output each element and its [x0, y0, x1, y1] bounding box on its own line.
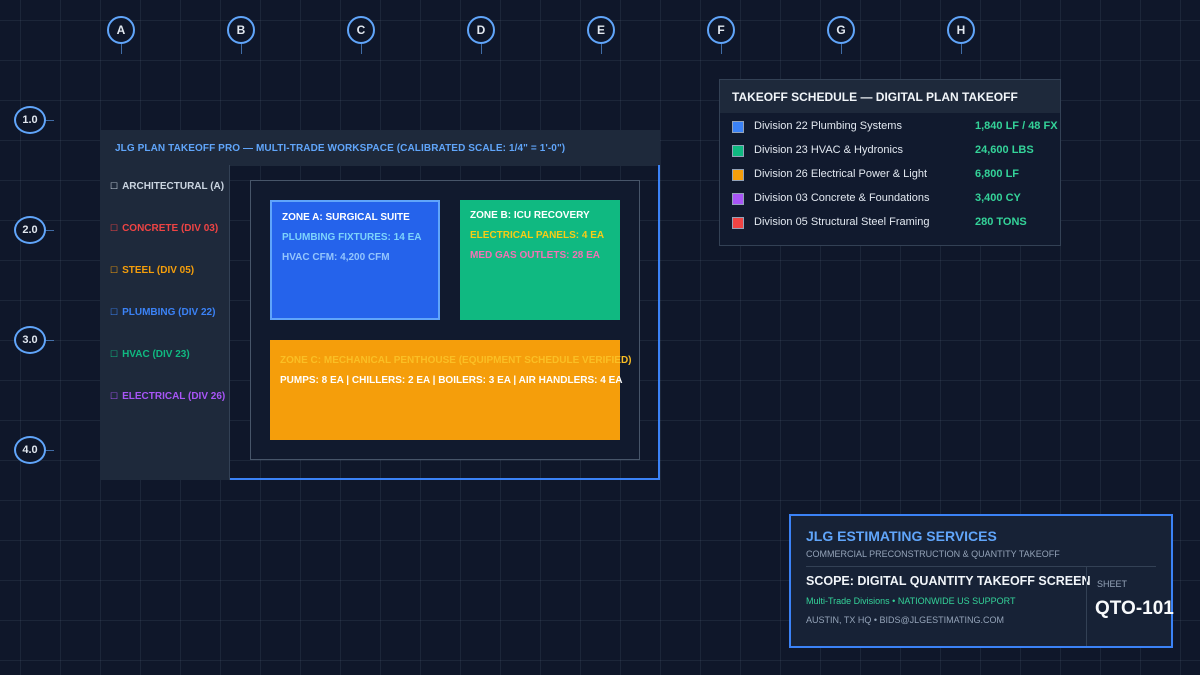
zone-a-title: ZONE A: SURGICAL SUITE — [282, 212, 410, 223]
schedule-row-div23[interactable]: Division 23 HVAC & Hydronics 24,600 LBS — [732, 144, 1057, 160]
zone-a-surgical-suite[interactable]: ZONE A: SURGICAL SUITE PLUMBING FIXTURES… — [270, 200, 440, 320]
grid-bubble-col-e: E — [587, 16, 615, 54]
schedule-row-div05[interactable]: Division 05 Structural Steel Framing 280… — [732, 216, 1057, 232]
layer-label: STEEL (DIV 05) — [122, 265, 195, 276]
zone-c-mechanical-penthouse[interactable]: ZONE C: MECHANICAL PENTHOUSE (EQUIPMENT … — [270, 340, 632, 440]
zone-c-equipment-counts: PUMPS: 8 EA | CHILLERS: 2 EA | BOILERS: … — [280, 375, 623, 386]
grid-bubble-row-4: 4.0 — [14, 436, 54, 464]
schedule-quantity: 280 TONS — [975, 216, 1027, 228]
layer-toggle-plumbing[interactable]: ☐ PLUMBING (DIV 22) — [110, 307, 215, 318]
grid-bubble-col-a: A — [107, 16, 135, 54]
schedule-quantity: 6,800 LF — [975, 168, 1020, 180]
grid-bubble-col-c: C — [347, 16, 375, 54]
layer-label: ELECTRICAL (DIV 26) — [122, 391, 226, 402]
checkbox-icon: ☐ — [110, 223, 119, 233]
schedule-quantity: 3,400 CY — [975, 192, 1021, 204]
layer-label: CONCRETE (DIV 03) — [122, 223, 219, 234]
grid-bubble-col-g: G — [827, 16, 855, 54]
layer-toggle-electrical[interactable]: ☐ ELECTRICAL (DIV 26) — [110, 391, 225, 402]
grid-bubble-row-3: 3.0 — [14, 326, 54, 354]
checkbox-icon: ☐ — [110, 307, 119, 317]
layer-toggle-steel[interactable]: ☐ STEEL (DIV 05) — [110, 265, 194, 276]
sheet-label: SHEET — [1097, 579, 1128, 589]
zone-a-hvac-cfm: HVAC CFM: 4,200 CFM — [282, 252, 390, 263]
checkbox-icon: ☐ — [110, 181, 119, 191]
support-line: Multi-Trade Divisions • NATIONWIDE US SU… — [806, 596, 1016, 606]
schedule-header: TAKEOFF SCHEDULE — DIGITAL PLAN TAKEOFF — [720, 80, 1060, 113]
grid-bubble-col-f: F — [707, 16, 735, 54]
sheet-number-box: SHEET QTO-101 — [1086, 566, 1174, 646]
schedule-division: Division 26 Electrical Power & Light — [754, 168, 928, 180]
company-name: JLG ESTIMATING SERVICES — [806, 528, 997, 544]
workspace-title: JLG PLAN TAKEOFF PRO — MULTI-TRADE WORKS… — [115, 142, 566, 154]
schedule-division: Division 23 HVAC & Hydronics — [754, 144, 903, 156]
schedule-quantity: 1,840 LF / 48 FX — [975, 120, 1058, 132]
zone-b-med-gas-outlets: MED GAS OUTLETS: 28 EA — [470, 250, 601, 261]
checkbox-icon: ☐ — [110, 391, 119, 401]
schedule-quantity: 24,600 LBS — [975, 144, 1034, 156]
grid-bubble-col-h: H — [947, 16, 975, 54]
takeoff-schedule-panel: TAKEOFF SCHEDULE — DIGITAL PLAN TAKEOFF … — [719, 79, 1061, 246]
sheet-number: QTO-101 — [1095, 598, 1174, 619]
scope-statement: SCOPE: DIGITAL QUANTITY TAKEOFF SCREEN — [806, 574, 1091, 588]
layer-panel: ☐ ARCHITECTURAL (A) ☐ CONCRETE (DIV 03) ☐ S… — [100, 165, 230, 480]
color-swatch — [732, 145, 744, 157]
schedule-division: Division 22 Plumbing Systems — [754, 120, 902, 132]
grid-bubble-row-1: 1.0 — [14, 106, 54, 134]
title-block: JLG ESTIMATING SERVICES COMMERCIAL PRECO… — [789, 514, 1174, 648]
layer-toggle-architectural[interactable]: ☐ ARCHITECTURAL (A) — [110, 181, 224, 192]
layer-toggle-hvac[interactable]: ☐ HVAC (DIV 23) — [110, 349, 190, 360]
checkbox-icon: ☐ — [110, 349, 119, 359]
company-tagline: COMMERCIAL PRECONSTRUCTION & QUANTITY TA… — [806, 549, 1060, 559]
zone-b-title: ZONE B: ICU RECOVERY — [470, 210, 590, 221]
grid-bubble-col-b: B — [227, 16, 255, 54]
contact-address: AUSTIN, TX HQ • BIDS@JLGESTIMATING.COM — [806, 615, 1004, 625]
grid-bubble-row-2: 2.0 — [14, 216, 54, 244]
layer-toggle-concrete[interactable]: ☐ CONCRETE (DIV 03) — [110, 223, 218, 234]
schedule-row-div03[interactable]: Division 03 Concrete & Foundations 3,400… — [732, 192, 1057, 208]
color-swatch — [732, 169, 744, 181]
grid-bubble-col-d: D — [467, 16, 495, 54]
layer-label: ARCHITECTURAL (A) — [122, 181, 225, 192]
color-swatch — [732, 217, 744, 229]
color-swatch — [732, 121, 744, 133]
schedule-title: TAKEOFF SCHEDULE — DIGITAL PLAN TAKEOFF — [732, 89, 1018, 104]
color-swatch — [732, 193, 744, 205]
zone-a-plumbing-fixtures: PLUMBING FIXTURES: 14 EA — [282, 232, 422, 243]
layer-label: PLUMBING (DIV 22) — [122, 307, 216, 318]
zone-c-title: ZONE C: MECHANICAL PENTHOUSE (EQUIPMENT … — [280, 355, 632, 366]
schedule-row-div26[interactable]: Division 26 Electrical Power & Light 6,8… — [732, 168, 1057, 184]
zone-b-electrical-panels: ELECTRICAL PANELS: 4 EA — [470, 230, 605, 241]
schedule-division: Division 03 Concrete & Foundations — [754, 192, 930, 204]
checkbox-icon: ☐ — [110, 265, 119, 275]
schedule-division: Division 05 Structural Steel Framing — [754, 216, 930, 228]
schedule-row-div22[interactable]: Division 22 Plumbing Systems 1,840 LF / … — [732, 120, 1058, 136]
workspace-title-bar: JLG PLAN TAKEOFF PRO — MULTI-TRADE WORKS… — [100, 130, 660, 166]
layer-label: HVAC (DIV 23) — [122, 349, 190, 360]
zone-b-icu-recovery[interactable]: ZONE B: ICU RECOVERY ELECTRICAL PANELS: … — [460, 200, 620, 320]
